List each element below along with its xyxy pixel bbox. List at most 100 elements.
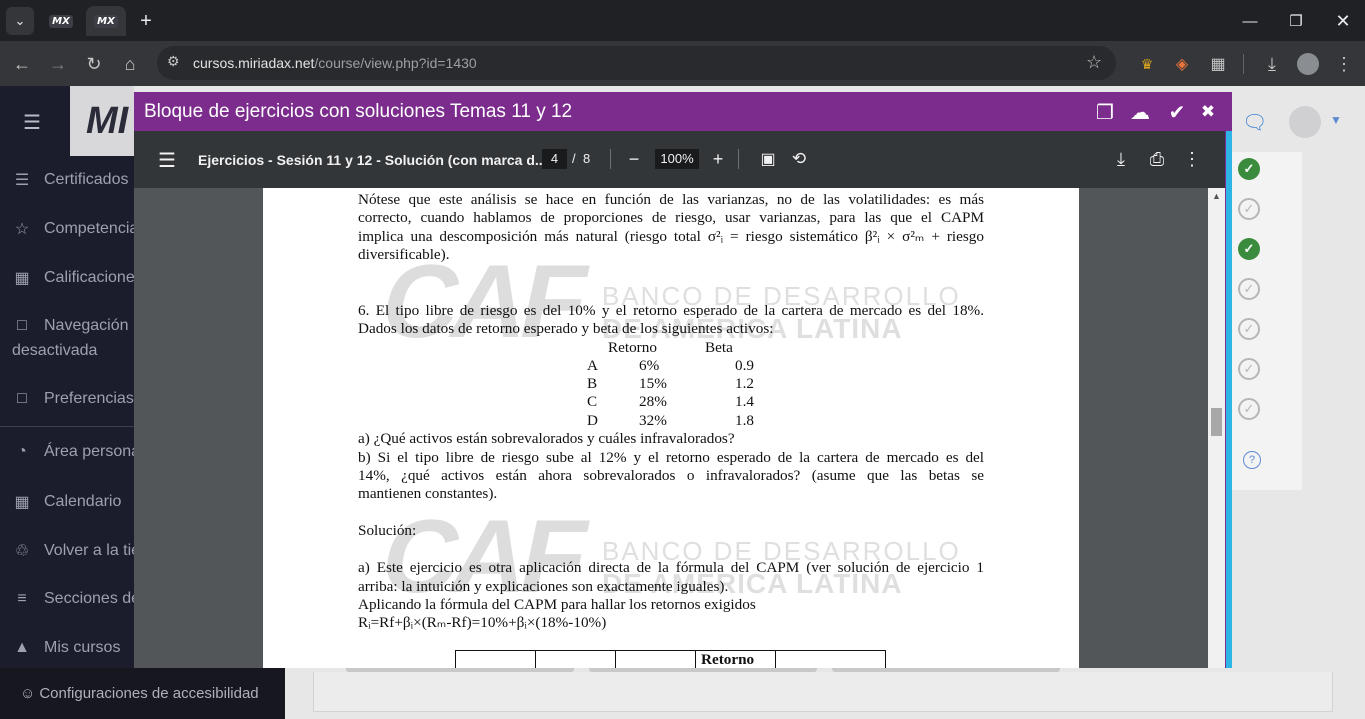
sidebar-item-preferencias[interactable]: □ Preferencias [12, 390, 134, 408]
chevron-down-icon[interactable]: ▼ [1330, 113, 1342, 127]
zoom-in-icon[interactable]: + [708, 149, 728, 169]
hamburger-icon[interactable]: ☰ [23, 110, 41, 135]
fit-to-page-icon[interactable]: ▣ [758, 149, 778, 169]
resource-modal: Bloque de ejercicios con soluciones Tema… [134, 92, 1232, 668]
sidebar-item-competencias[interactable]: ☆ Competencias [12, 219, 134, 239]
reload-button[interactable]: ↻ [79, 49, 109, 79]
reload-icon: ↻ [86, 53, 102, 74]
scroll-up-arrow-icon[interactable]: ▲ [1212, 191, 1221, 201]
minimize-button[interactable]: — [1227, 8, 1273, 34]
close-icon: ✕ [1335, 10, 1351, 31]
profile-avatar[interactable] [1293, 49, 1323, 79]
sidebar-item-calificaciones[interactable]: ▦ Calificaciones [12, 268, 134, 288]
downloads-icon[interactable]: ⤓ [1257, 49, 1287, 79]
tab-search-button[interactable]: ⌄ [6, 7, 34, 35]
extension-crown-icon[interactable]: ♛ [1132, 49, 1162, 79]
site-logo[interactable]: MI [70, 86, 134, 156]
user-avatar[interactable] [1289, 106, 1321, 138]
table-column-line [535, 651, 536, 668]
pdf-text-line: b) Si el tipo libre de riesgo sube al 12… [358, 449, 984, 466]
sidebar-item-navegacion[interactable]: □ Navegación [12, 317, 134, 335]
pdf-text-line: a) ¿Qué activos están sobrevalorados y c… [358, 430, 735, 447]
completion-pending-icon[interactable]: ✓ [1238, 198, 1260, 220]
tab-favicon: MX [49, 14, 73, 28]
pdf-text-line: Dados los datos de retorno esperado y be… [358, 320, 774, 337]
browser-menu-button[interactable]: ⋮ [1329, 49, 1359, 79]
browser-tab-1[interactable]: MX [44, 6, 78, 36]
pdf-scrollbar[interactable]: ▲ [1208, 188, 1225, 668]
home-icon: ⌂ [124, 53, 136, 74]
pdf-page-input[interactable]: 4 [542, 149, 567, 169]
pdf-text-line: diversificable). [358, 246, 450, 263]
sidebar-item-secciones[interactable]: ≡ Secciones del curso [12, 590, 134, 608]
rotate-icon[interactable]: ⟲ [789, 149, 809, 169]
table-header-beta: Beta [705, 339, 733, 356]
cloud-download-icon[interactable]: ☁ [1127, 99, 1153, 125]
url-text[interactable]: cursos.miriadax.net/course/view.php?id=1… [193, 55, 477, 71]
pdf-viewport[interactable]: CAF BANCO DE DESARROLLO DE AMÉRICA LATIN… [134, 188, 1208, 668]
accessibility-settings-link[interactable]: ☺ Configuraciones de accesibilidad [0, 668, 285, 719]
sidebar-item-mis-cursos[interactable]: ▲ Mis cursos [12, 639, 134, 657]
zoom-out-icon[interactable]: − [624, 149, 644, 169]
table-header-cell: Retorno [701, 651, 755, 668]
pdf-download-icon[interactable]: ⤓ [1111, 149, 1131, 169]
completion-pending-icon[interactable]: ✓ [1238, 278, 1260, 300]
asset-name: C [587, 393, 598, 410]
pdf-total-pages: 8 [583, 151, 591, 166]
completion-pending-icon[interactable]: ✓ [1238, 318, 1260, 340]
table-column-line [615, 651, 616, 668]
sidebar-item-volver-tienda[interactable]: ♲ Volver a la tienda [12, 541, 134, 561]
plus-icon: + [140, 9, 152, 32]
sidebar-item-label: Área personal [44, 443, 134, 460]
minimize-icon: — [1242, 12, 1258, 30]
site-settings-icon[interactable]: ⚙ [167, 53, 180, 70]
pdf-print-icon[interactable]: ⎙ [1147, 149, 1167, 169]
new-tab-button[interactable]: + [132, 7, 160, 35]
asset-return: 6% [639, 357, 660, 374]
asset-beta: 1.4 [735, 393, 754, 410]
copy-window-icon[interactable]: ❐ [1092, 99, 1118, 125]
close-modal-icon[interactable]: ✖ [1195, 99, 1221, 125]
bookmark-star-icon[interactable]: ☆ [1086, 52, 1102, 73]
messages-icon[interactable]: 🗨 [1242, 110, 1267, 135]
pdf-text-line: Nótese que este análisis se hace en func… [358, 191, 984, 208]
sidebar-divider [0, 426, 134, 427]
browser-tab-2-active[interactable]: MX [86, 6, 126, 36]
forward-button[interactable]: → [43, 49, 73, 79]
extensions-puzzle-icon[interactable]: ▦ [1203, 49, 1233, 79]
sidebar-item-navegacion-line2[interactable]: desactivada [12, 342, 134, 360]
pdf-zoom-input[interactable]: 100% [655, 149, 699, 169]
completion-pending-icon[interactable]: ✓ [1238, 398, 1260, 420]
table-column-line [695, 651, 696, 668]
sidebar-item-area-personal[interactable]: ◔ Área personal [12, 443, 134, 461]
extension-layers-icon[interactable]: ◈ [1167, 49, 1197, 79]
pdf-text-line: 6. El tipo libre de riesgo es del 10% y … [358, 302, 984, 319]
completion-pending-icon[interactable]: ✓ [1238, 358, 1260, 380]
pdf-sidebar-menu-icon[interactable]: ☰ [158, 148, 176, 173]
restore-button[interactable]: ❐ [1273, 8, 1319, 34]
folder-icon: □ [17, 390, 27, 407]
sidebar-item-label: Certificados [44, 171, 129, 188]
site-logo-text: MI [86, 100, 129, 142]
close-window-button[interactable]: ✕ [1320, 8, 1365, 34]
scrollbar-thumb[interactable] [1211, 408, 1222, 436]
kebab-menu-icon: ⋮ [1335, 53, 1353, 74]
completion-check-icon[interactable]: ✓ [1238, 158, 1260, 180]
sidebar-item-calendario[interactable]: ▦ Calendario [12, 492, 134, 512]
home-button[interactable]: ⌂ [115, 49, 145, 79]
star-icon: ☆ [14, 221, 30, 238]
completion-check-icon[interactable]: ✓ [1238, 238, 1260, 260]
pdf-table: Retorno [455, 650, 886, 668]
check-circle-icon[interactable]: ✔ [1164, 99, 1190, 125]
sidebar-item-certificados[interactable]: ☰ Certificados [12, 170, 134, 190]
folder-icon: □ [17, 317, 27, 334]
sidebar-item-label: Navegación [44, 317, 129, 334]
help-icon[interactable]: ? [1243, 451, 1261, 469]
address-bar[interactable]: ⚙ cursos.miriadax.net/course/view.php?id… [157, 46, 1116, 80]
sidebar-item-label: Mis cursos [44, 639, 121, 656]
browser-toolbar: ← → ↻ ⌂ ⚙ cursos.miriadax.net/course/vie… [0, 41, 1365, 86]
asset-name: B [587, 375, 598, 392]
pdf-more-icon[interactable]: ⋮ [1182, 149, 1202, 169]
accessibility-label: Configuraciones de accesibilidad [39, 685, 259, 702]
back-button[interactable]: ← [7, 49, 37, 79]
